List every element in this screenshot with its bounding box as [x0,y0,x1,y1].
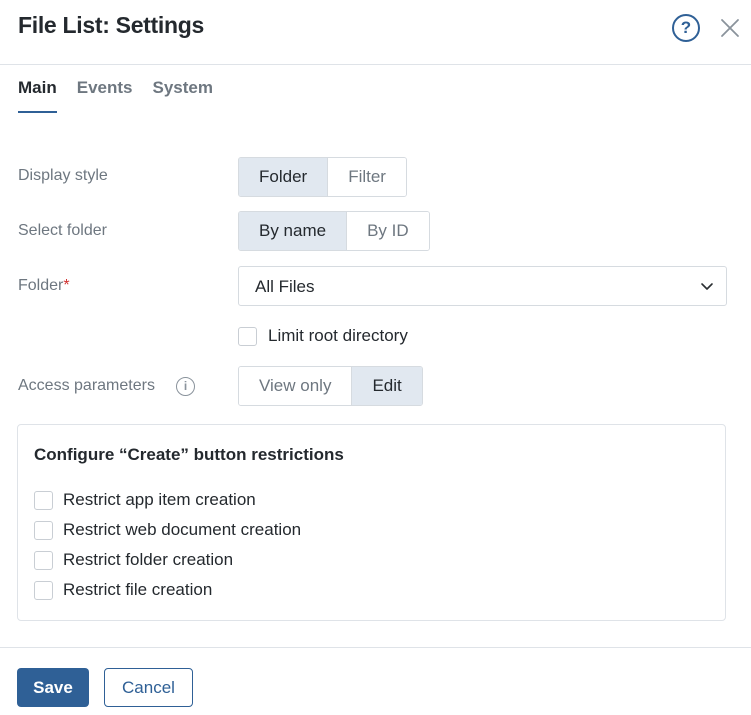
access-view-only-option[interactable]: View only [239,367,352,405]
restrict-file-label: Restrict file creation [63,580,213,599]
tab-events[interactable]: Events [77,77,133,113]
select-folder-by-id-option[interactable]: By ID [346,212,429,250]
folder-label: Folder* [18,277,70,295]
close-icon[interactable] [718,16,742,40]
required-mark: * [63,277,70,294]
access-parameters-label: Access parameters [18,377,155,394]
footer-divider [0,647,751,648]
cancel-button[interactable]: Cancel [104,668,193,707]
dialog-title: File List: Settings [18,12,204,38]
restrict-folder-checkbox[interactable] [34,551,53,570]
limit-root-label: Limit root directory [268,326,408,345]
restrict-file-checkbox[interactable] [34,581,53,600]
tab-bar: Main Events System [18,77,213,113]
access-parameters-toggle: View only Edit [238,366,423,406]
save-button[interactable]: Save [17,668,89,707]
restrict-web-document-checkbox[interactable] [34,521,53,540]
display-style-label: Display style [18,167,108,184]
display-style-filter-option[interactable]: Filter [327,158,406,196]
restrict-app-item-checkbox[interactable] [34,491,53,510]
folder-select[interactable]: All Files [238,266,727,306]
tab-main[interactable]: Main [18,77,57,113]
create-restrictions-panel: Configure “Create” button restrictions R… [17,424,726,621]
folder-label-text: Folder [18,277,64,294]
question-circle-icon[interactable]: ? [672,14,700,42]
tab-system[interactable]: System [152,77,212,113]
chevron-down-icon [701,283,713,290]
restrict-app-item-label: Restrict app item creation [63,490,256,509]
display-style-folder-option[interactable]: Folder [239,158,328,196]
select-folder-toggle: By name By ID [238,211,430,251]
select-folder-label: Select folder [18,222,107,239]
restrictions-title: Configure “Create” button restrictions [34,445,344,464]
restrict-web-document-label: Restrict web document creation [63,520,302,539]
dialog-header: File List: Settings ? [0,0,751,65]
select-folder-by-name-option[interactable]: By name [239,212,347,250]
display-style-toggle: Folder Filter [238,157,407,197]
folder-select-value: All Files [255,277,315,296]
access-edit-option[interactable]: Edit [351,367,422,405]
info-icon[interactable]: i [176,377,195,396]
restrict-folder-label: Restrict folder creation [63,550,234,569]
limit-root-checkbox[interactable] [238,327,257,346]
